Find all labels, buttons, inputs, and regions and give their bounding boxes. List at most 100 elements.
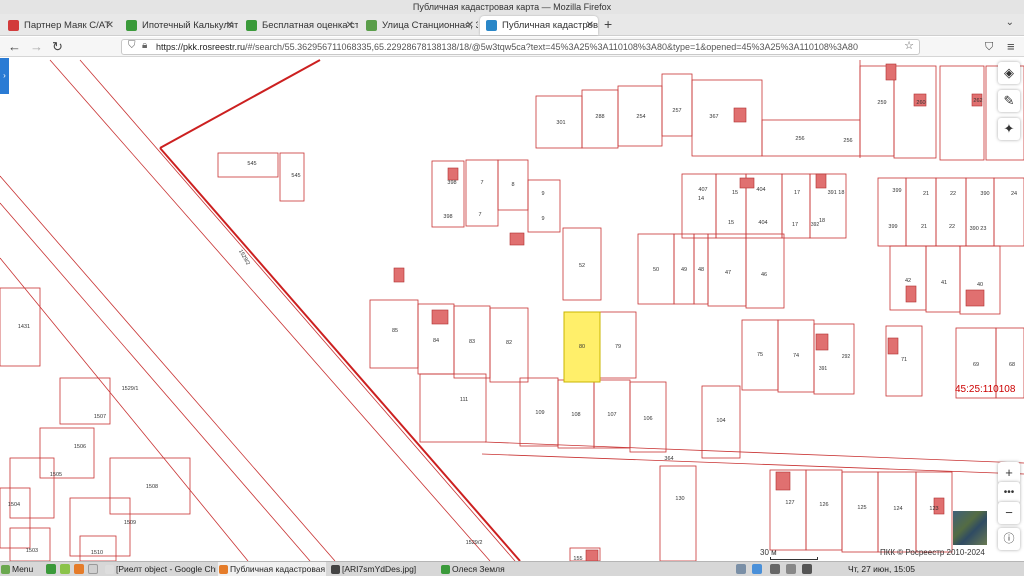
parcel-label: 1506: [74, 444, 86, 450]
lock-icon[interactable]: 🔒︎: [142, 40, 147, 51]
close-icon[interactable]: ✕: [586, 16, 594, 35]
tab-label: Бесплатная оценка стоим: [262, 20, 358, 31]
taskbar-window-firefox[interactable]: Публичная кадастровая к...: [218, 562, 326, 576]
parcel-label: 52: [579, 263, 585, 269]
parcel-label: 391 18: [828, 190, 845, 196]
parcel-label: 83: [469, 339, 475, 345]
bookmark-star-icon[interactable]: ☆: [904, 39, 914, 52]
close-icon[interactable]: ✕: [106, 16, 114, 35]
url-bar[interactable]: ⛉ 🔒︎ https://pkk.rosreestr.ru/#/search/5…: [121, 39, 920, 55]
tab-4[interactable]: Улица Станционная, 31 в ✕: [360, 16, 478, 35]
reload-icon[interactable]: ↻: [52, 38, 63, 56]
taskbar-window-folder[interactable]: Олеся Земля: [440, 562, 540, 576]
shield-tray-icon[interactable]: [802, 564, 812, 574]
taskbar: Menu [Риелт object - Google Chr... Публи…: [0, 561, 1024, 576]
menu-icon[interactable]: ≡: [1007, 38, 1015, 56]
tab-1[interactable]: Партнер Маяк С/АТ ✕: [2, 16, 118, 35]
shield-icon[interactable]: ⛉: [128, 40, 136, 51]
parcel-label: 256: [795, 136, 804, 142]
ruler-icon[interactable]: ✎: [998, 90, 1020, 112]
parcel-label: 404: [758, 220, 767, 226]
parcel-label: 40: [977, 282, 983, 288]
new-tab-button[interactable]: +: [604, 16, 612, 32]
parcel-label: 404: [756, 187, 765, 193]
tab-label: Публичная кадастровая к: [502, 20, 598, 31]
parcel-label: 82: [506, 340, 512, 346]
parcel-label: 9: [541, 216, 544, 222]
parcel-label: 21: [921, 224, 927, 230]
parcel-label: 21: [923, 191, 929, 197]
parcel-label: 288: [595, 114, 604, 120]
zoom-out-button[interactable]: −: [998, 502, 1020, 524]
layers-icon[interactable]: ◈: [998, 62, 1020, 84]
tab-label: Улица Станционная, 31 в: [382, 20, 478, 31]
tab-3[interactable]: Бесплатная оценка стоим ✕: [240, 16, 358, 35]
close-icon[interactable]: ✕: [466, 16, 474, 35]
parcel-label: 69: [973, 362, 979, 368]
close-icon[interactable]: ✕: [346, 16, 354, 35]
parcel-label: 49: [681, 267, 687, 273]
network-icon[interactable]: [786, 564, 796, 574]
files-icon[interactable]: [60, 564, 70, 574]
map-canvas[interactable]: 545 545 398 7 8 9 9 398 7 301 288 254 25…: [0, 58, 1024, 561]
start-menu-button[interactable]: Menu: [0, 562, 42, 576]
url-text[interactable]: https://pkk.rosreestr.ru/#/search/55.362…: [156, 41, 896, 54]
back-icon[interactable]: ←: [8, 38, 21, 56]
tray-app-icon[interactable]: [736, 564, 746, 574]
parcel-label: 301: [556, 120, 565, 126]
parcel-label: 108: [571, 412, 580, 418]
parcel-label: 14: [698, 196, 704, 202]
cadastral-map[interactable]: 545 545 398 7 8 9 9 398 7 301 288 254 25…: [0, 58, 1024, 561]
parcel-label: 126: [819, 502, 828, 508]
parcel-label: 109: [535, 410, 544, 416]
parcel-label: 15: [732, 190, 738, 196]
navigation-bar: ← → ↻ ⛉ 🔒︎ https://pkk.rosreestr.ru/#/se…: [0, 37, 1024, 57]
tab-2[interactable]: Ипотечный Калькулятор ✕: [120, 16, 238, 35]
image-viewer-icon: [331, 565, 340, 574]
forward-icon[interactable]: →: [30, 38, 43, 56]
parcel-label: 1529/2: [466, 540, 483, 546]
parcel-label: 399: [888, 224, 897, 230]
parcel-label: 71: [901, 357, 907, 363]
parcel-label: 48: [698, 267, 704, 273]
parcel-label: 104: [716, 418, 725, 424]
satellite-minimap[interactable]: [953, 511, 987, 545]
scale-bar: [770, 557, 818, 560]
parcel-label: 74: [793, 353, 799, 359]
parcel-label: 367: [709, 114, 718, 120]
pocket-icon[interactable]: ⛉: [985, 38, 993, 56]
tab-label: Партнер Маяк С/АТ: [24, 20, 111, 31]
tray-app-icon[interactable]: [752, 564, 762, 574]
parcel-label: 22: [950, 191, 956, 197]
parcel-label: 390: [980, 191, 989, 197]
tab-list-icon[interactable]: ⌄: [1006, 17, 1014, 28]
locate-icon[interactable]: ✦: [998, 118, 1020, 140]
info-icon[interactable]: ⓘ: [998, 528, 1020, 550]
side-panel-toggle[interactable]: ›: [0, 58, 9, 94]
firefox-launcher-icon[interactable]: [74, 564, 84, 574]
tab-5-active[interactable]: Публичная кадастровая к ✕: [480, 16, 598, 35]
quarter-boundary: [159, 59, 321, 149]
taskbar-window-image[interactable]: [ARI7smYdDes.jpg]: [330, 562, 434, 576]
parcel-label: 292: [842, 354, 851, 360]
parcel-label: 50: [653, 267, 659, 273]
chrome-icon: [105, 565, 114, 574]
parcel-label: 84: [433, 338, 439, 344]
parcel-label: 75: [757, 352, 763, 358]
chrome-launcher-icon[interactable]: [88, 564, 98, 574]
tab-favicon-icon: [126, 20, 137, 31]
clock[interactable]: Чт, 27 июн, 15:05: [848, 562, 915, 576]
parcel-label: 1529/2: [237, 249, 251, 267]
parcel-label: 42: [905, 278, 911, 284]
close-icon[interactable]: ✕: [226, 16, 234, 35]
zoom-in-button[interactable]: +: [998, 462, 1020, 484]
taskbar-window-chrome[interactable]: [Риелт object - Google Chr...: [104, 562, 216, 576]
parcel-labels: 545 545 398 7 8 9 9 398 7 301 288 254 25…: [8, 98, 1017, 561]
parcel-label: 1505: [50, 472, 62, 478]
desktop-icon[interactable]: [46, 564, 56, 574]
more-button[interactable]: •••: [998, 482, 1020, 504]
parcel-label: 123: [929, 506, 938, 512]
parcel-label: 1507: [94, 414, 106, 420]
parcel-label: 18: [819, 218, 825, 224]
volume-icon[interactable]: [770, 564, 780, 574]
